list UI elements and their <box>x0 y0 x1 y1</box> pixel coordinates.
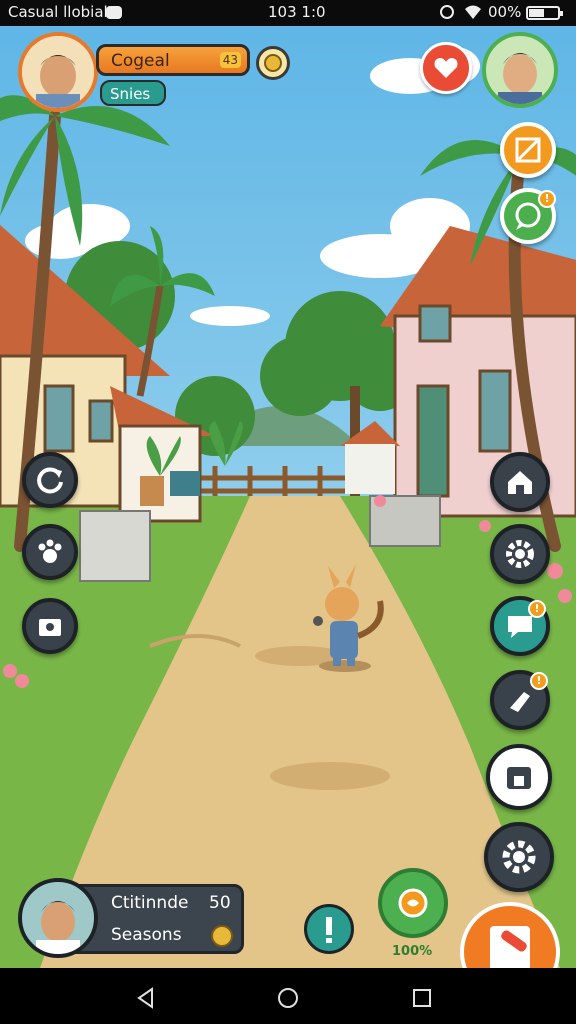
profile-face-icon <box>498 53 542 104</box>
player-name-bar[interactable]: Cogeal 43 <box>96 44 250 76</box>
battery-percent: 00% <box>488 3 522 21</box>
back-icon[interactable] <box>134 986 158 1010</box>
alarm-icon <box>440 5 454 19</box>
player-avatar[interactable] <box>18 32 98 112</box>
player-face-icon <box>22 36 94 108</box>
alert-icon[interactable] <box>304 904 354 954</box>
status-clock: 103 1:0 <box>268 3 326 21</box>
settings-icon[interactable] <box>490 524 550 584</box>
heart-icon[interactable] <box>420 42 472 94</box>
edit-icon[interactable] <box>500 122 556 178</box>
season-avatar[interactable] <box>18 878 98 958</box>
player-subtitle: Snies <box>110 85 151 103</box>
house-icon[interactable] <box>490 452 550 512</box>
coin-icon[interactable] <box>256 46 290 80</box>
season-panel-subtitle: Seasons <box>111 925 182 945</box>
status-app-title: Casual llobial <box>8 3 108 21</box>
player-name: Cogeal <box>111 51 170 71</box>
season-face-icon <box>36 901 80 954</box>
paw-icon[interactable] <box>22 524 78 580</box>
gear-progress-percent: 100% <box>392 944 433 959</box>
camera-icon[interactable] <box>22 598 78 654</box>
player-name-badge: 43 <box>219 52 241 68</box>
battery-icon <box>526 6 563 20</box>
coin-small-icon <box>211 925 233 947</box>
system-nav-bar <box>0 968 576 1024</box>
status-bar: Casual llobial 103 1:0 00% <box>0 0 576 26</box>
season-panel-value: 50 <box>209 893 231 913</box>
gear-icon[interactable] <box>484 822 554 892</box>
profile-avatar[interactable] <box>482 32 558 108</box>
home-icon[interactable] <box>276 986 300 1010</box>
shop-icon[interactable] <box>486 744 552 810</box>
wifi-icon <box>465 5 481 19</box>
season-panel-title: Ctitinnde <box>111 893 189 913</box>
gear-progress-icon[interactable] <box>378 868 448 938</box>
chat-badge: ! <box>538 190 556 208</box>
hand-badge: ! <box>530 672 548 690</box>
notification-icon <box>106 6 122 19</box>
recents-icon[interactable] <box>410 986 434 1010</box>
player-subtitle-bar: Snies <box>100 80 166 106</box>
message-badge: ! <box>528 600 546 618</box>
refresh-icon[interactable] <box>22 452 78 508</box>
